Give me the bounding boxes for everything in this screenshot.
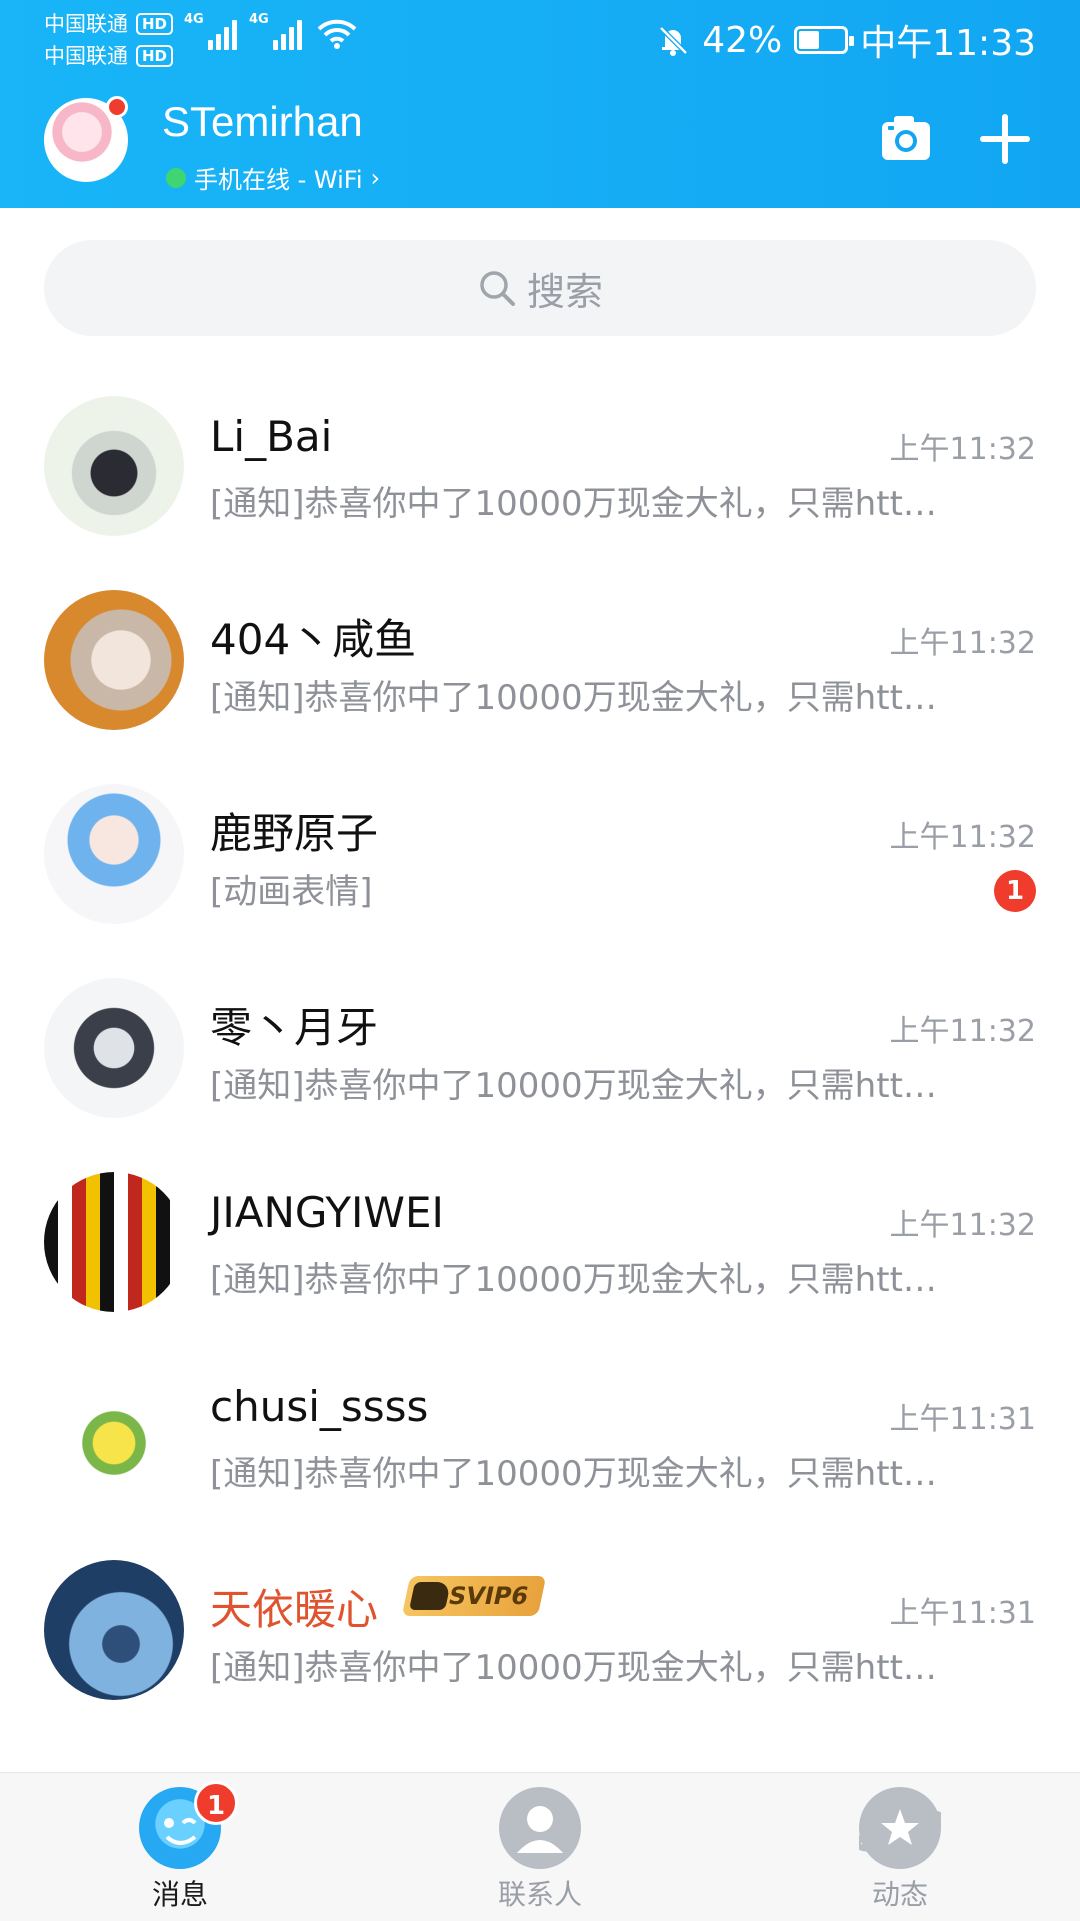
signal-2-icon: 4G [249, 12, 302, 50]
hd-badge-1: HD [136, 13, 174, 35]
status-right: 42% 中午11:33 [656, 14, 1036, 66]
contact-name: 404丶咸鱼 [210, 615, 417, 664]
tab-moments-label: 动态 [871, 1878, 928, 1911]
search-input[interactable]: 搜索 [44, 240, 1036, 336]
conversation-row[interactable]: chusi_ssss 上午11:31 [通知]恭喜你中了10000万现金大礼，只… [0, 1344, 1080, 1538]
online-dot-icon [166, 167, 186, 188]
contact-avatar [44, 1172, 184, 1312]
app-header: 中国联通 HD 中国联通 HD 4G 4G 42% 中午11:33 STemir… [0, 0, 1080, 208]
message-preview: [通知]恭喜你中了10000万现金大礼，只需htt… [210, 1066, 937, 1106]
contacts-icon [499, 1787, 581, 1869]
message-preview: [通知]恭喜你中了10000万现金大礼，只需htt… [210, 1260, 937, 1300]
message-time: 上午11:32 [889, 432, 1036, 467]
signal-indicators: 4G 4G [184, 12, 358, 50]
message-time: 上午11:31 [889, 1596, 1036, 1631]
wifi-icon [317, 19, 357, 49]
online-status-text: 手机在线 - WiFi [194, 166, 363, 194]
message-preview: [通知]恭喜你中了10000万现金大礼，只需htt… [210, 484, 937, 524]
camera-button[interactable] [880, 112, 932, 164]
clock: 中午11:33 [860, 23, 1036, 64]
tab-contacts-label: 联系人 [497, 1878, 582, 1911]
message-preview: [动画表情] [210, 872, 373, 912]
contact-name: Li_Bai [210, 412, 333, 461]
vip-crest-icon [409, 1582, 451, 1610]
chevron-right-icon: › [370, 163, 381, 192]
signal-1-icon: 4G [184, 12, 237, 50]
message-time: 上午11:31 [889, 1402, 1036, 1437]
avatar-notification-dot [106, 96, 128, 118]
contact-name: 鹿野原子 [210, 809, 379, 858]
conversation-row[interactable]: 鹿野原子 上午11:32 [动画表情] 1 [0, 762, 1080, 956]
carrier-2: 中国联通 [44, 44, 128, 68]
contact-name: JIANGYIWEI [210, 1188, 444, 1237]
username[interactable]: STemirhan [162, 98, 363, 146]
tab-messages-label: 消息 [151, 1878, 208, 1911]
conversation-row[interactable]: JIANGYIWEI 上午11:32 [通知]恭喜你中了10000万现金大礼，只… [0, 1150, 1080, 1344]
message-preview: [通知]恭喜你中了10000万现金大礼，只需htt… [210, 1454, 937, 1494]
contact-name: 零丶月牙 [210, 1003, 379, 1052]
net-type-1: 4G [184, 12, 204, 27]
contact-avatar [44, 978, 184, 1118]
net-type-2: 4G [249, 12, 269, 27]
conversation-list: Li_Bai 上午11:32 [通知]恭喜你中了10000万现金大礼，只需htt… [0, 374, 1080, 1732]
add-button[interactable] [978, 112, 1032, 166]
contact-avatar [44, 1560, 184, 1700]
contact-avatar [44, 396, 184, 536]
status-carriers: 中国联通 HD 中国联通 HD [44, 8, 174, 72]
search-placeholder: 搜索 [526, 269, 603, 314]
unread-badge: 1 [994, 870, 1036, 912]
contact-name: 天依暖心 [210, 1585, 379, 1634]
message-preview: [通知]恭喜你中了10000万现金大礼，只需htt… [210, 678, 937, 718]
svip-label: SVIP6 [445, 1582, 531, 1610]
hd-badge-2: HD [136, 45, 174, 67]
message-time: 上午11:32 [889, 1208, 1036, 1243]
contact-avatar [44, 590, 184, 730]
search-icon [480, 271, 515, 306]
contact-avatar [44, 784, 184, 924]
carrier-1: 中国联通 [44, 12, 128, 36]
contact-name: chusi_ssss [210, 1382, 429, 1431]
message-time: 上午11:32 [889, 820, 1036, 855]
contact-avatar [44, 1366, 184, 1506]
moments-planet-icon [859, 1787, 941, 1869]
bell-muted-icon [659, 26, 689, 56]
tab-moments[interactable]: 动态 [820, 1787, 980, 1917]
conversation-row[interactable]: 404丶咸鱼 上午11:32 [通知]恭喜你中了10000万现金大礼，只需htt… [0, 568, 1080, 762]
conversation-row[interactable]: 零丶月牙 上午11:32 [通知]恭喜你中了10000万现金大礼，只需htt… [0, 956, 1080, 1150]
svip-badge: SVIP6 [401, 1576, 547, 1616]
battery-icon [794, 26, 855, 54]
conversation-row[interactable]: Li_Bai 上午11:32 [通知]恭喜你中了10000万现金大礼，只需htt… [0, 374, 1080, 568]
bottom-navigation: 消息 1 联系人 动态 [0, 1772, 1080, 1921]
message-preview: [通知]恭喜你中了10000万现金大礼，只需htt… [210, 1648, 937, 1688]
tab-contacts[interactable]: 联系人 [460, 1787, 620, 1917]
messages-badge: 1 [194, 1781, 238, 1825]
message-time: 上午11:32 [889, 1014, 1036, 1049]
battery-percent: 42% [702, 19, 783, 61]
message-time: 上午11:32 [889, 626, 1036, 661]
online-status[interactable]: 手机在线 - WiFi › [166, 160, 380, 195]
conversation-row[interactable]: 天依暖心 SVIP6 上午11:31 [通知]恭喜你中了10000万现金大礼，只… [0, 1538, 1080, 1732]
